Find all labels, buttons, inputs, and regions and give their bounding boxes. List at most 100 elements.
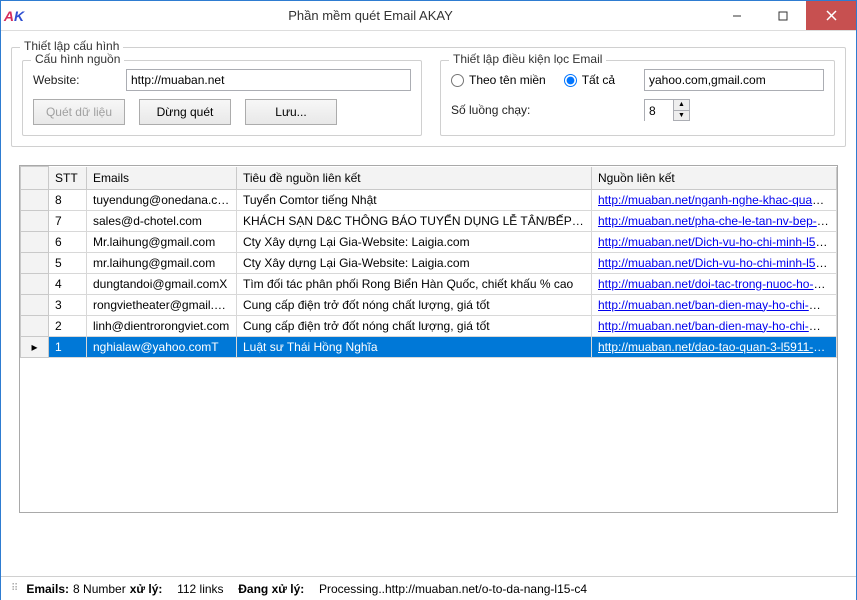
statusbar: ⠿ Emails: 8 Number xử lý: 112 links Đang… [1, 576, 856, 600]
row-header-corner [21, 167, 49, 190]
threads-spinner[interactable]: ▲ ▼ [644, 99, 690, 121]
titlebar: AK Phần mềm quét Email AKAY [1, 1, 856, 31]
table-row[interactable]: 6Mr.laihung@gmail.comCty Xây dựng Lại Gi… [21, 231, 837, 252]
cell-link: http://muaban.net/Dich-vu-ho-chi-minh-l5… [592, 231, 837, 252]
cell-link: http://muaban.net/pha-che-le-tan-nv-bep-… [592, 210, 837, 231]
col-emails[interactable]: Emails [87, 167, 237, 190]
status-processed-value: 112 links [177, 582, 223, 596]
radio-all[interactable]: Tất cả [564, 73, 615, 87]
status-processing-value: Processing..http://muaban.net/o-to-da-na… [319, 582, 587, 596]
table-row[interactable]: 3rongvietheater@gmail.co...Cung cấp điện… [21, 294, 837, 315]
status-processing-label: Đang xử lý: [238, 582, 304, 596]
table-row[interactable]: 7sales@d-chotel.comKHÁCH SẠN D&C THÔNG B… [21, 210, 837, 231]
cell-email: rongvietheater@gmail.co... [87, 294, 237, 315]
row-header [21, 210, 49, 231]
stop-button[interactable]: Dừng quét [139, 99, 231, 125]
table-row[interactable]: 4dungtandoi@gmail.comXTìm đối tác phân p… [21, 273, 837, 294]
cell-title: Cty Xây dựng Lại Gia-Website: Laigia.com [237, 231, 592, 252]
source-link[interactable]: http://muaban.net/Dich-vu-ho-chi-minh-l5… [598, 235, 837, 249]
radio-domain[interactable]: Theo tên miền [451, 73, 546, 87]
row-header [21, 294, 49, 315]
cell-link: http://muaban.net/Dich-vu-ho-chi-minh-l5… [592, 252, 837, 273]
status-emails-label: Emails: [26, 582, 69, 596]
cell-email: mr.laihung@gmail.com [87, 252, 237, 273]
cell-title: Cung cấp điện trở đốt nóng chất lượng, g… [237, 294, 592, 315]
threads-label: Số luồng chạy: [451, 103, 636, 117]
table-row[interactable]: 2linh@dientrorongviet.comCung cấp điện t… [21, 315, 837, 336]
row-header [21, 252, 49, 273]
maximize-icon [778, 11, 788, 21]
cell-title: KHÁCH SẠN D&C THÔNG BÁO TUYỂN DỤNG LỄ TÂ… [237, 210, 592, 231]
source-legend: Cấu hình nguồn [31, 52, 124, 66]
cell-title: Cung cấp điện trở đốt nóng chất lượng, g… [237, 315, 592, 336]
source-group: Cấu hình nguồn Website: Quét dữ liệu Dừn… [22, 60, 422, 136]
window-title: Phần mềm quét Email AKAY [27, 8, 714, 23]
close-button[interactable] [806, 1, 856, 30]
source-link[interactable]: http://muaban.net/ban-dien-may-ho-chi-mi… [598, 298, 837, 312]
config-legend: Thiết lập cấu hình [20, 39, 123, 53]
source-link[interactable]: http://muaban.net/ban-dien-may-ho-chi-mi… [598, 319, 837, 333]
cell-stt: 6 [49, 231, 87, 252]
col-title[interactable]: Tiêu đề nguồn liên kết [237, 167, 592, 190]
source-link[interactable]: http://muaban.net/Dich-vu-ho-chi-minh-l5… [598, 256, 837, 270]
cell-stt: 3 [49, 294, 87, 315]
website-label: Website: [33, 73, 118, 87]
source-link[interactable]: http://muaban.net/doi-tac-trong-nuoc-ho-… [598, 277, 837, 291]
status-emails-value: 8 Number [73, 582, 126, 596]
grip-icon: ⠿ [11, 583, 16, 594]
app-icon: AK [1, 1, 27, 31]
cell-stt: 4 [49, 273, 87, 294]
cell-title: Tìm đối tác phân phối Rong Biển Hàn Quốc… [237, 273, 592, 294]
cell-link: http://muaban.net/doi-tac-trong-nuoc-ho-… [592, 273, 837, 294]
cell-email: sales@d-chotel.com [87, 210, 237, 231]
save-button[interactable]: Lưu... [245, 99, 337, 125]
source-link[interactable]: http://muaban.net/nganh-nghe-khac-quan-s… [598, 193, 837, 207]
source-link[interactable]: http://muaban.net/dao-tao-quan-3-l5911-c… [598, 340, 837, 354]
status-processed-label: xử lý: [130, 582, 163, 596]
cell-stt: 7 [49, 210, 87, 231]
cell-link: http://muaban.net/ban-dien-may-ho-chi-mi… [592, 294, 837, 315]
cell-title: Tuyển Comtor tiếng Nhật [237, 189, 592, 210]
scan-button: Quét dữ liệu [33, 99, 125, 125]
table-row[interactable]: 8tuyendung@onedana.comTuyển Comtor tiếng… [21, 189, 837, 210]
cell-stt: 1 [49, 336, 87, 357]
cell-email: dungtandoi@gmail.comX [87, 273, 237, 294]
source-link[interactable]: http://muaban.net/pha-che-le-tan-nv-bep-… [598, 214, 837, 228]
close-icon [826, 10, 837, 21]
threads-input[interactable] [645, 100, 673, 122]
row-header: ▸ [21, 336, 49, 357]
config-group: Thiết lập cấu hình Cấu hình nguồn Websit… [11, 47, 846, 147]
row-header [21, 273, 49, 294]
cell-stt: 8 [49, 189, 87, 210]
website-input[interactable] [126, 69, 411, 91]
row-header [21, 231, 49, 252]
filter-group: Thiết lập điều kiện lọc Email Theo tên m… [440, 60, 835, 136]
cell-link: http://muaban.net/nganh-nghe-khac-quan-s… [592, 189, 837, 210]
cell-stt: 5 [49, 252, 87, 273]
col-link[interactable]: Nguồn liên kết [592, 167, 837, 190]
cell-email: Mr.laihung@gmail.com [87, 231, 237, 252]
maximize-button[interactable] [760, 1, 806, 30]
cell-email: tuyendung@onedana.com [87, 189, 237, 210]
cell-link: http://muaban.net/dao-tao-quan-3-l5911-c… [592, 336, 837, 357]
spinner-down-icon[interactable]: ▼ [674, 111, 689, 121]
minimize-icon [732, 11, 742, 21]
domains-input[interactable] [644, 69, 824, 91]
col-stt[interactable]: STT [49, 167, 87, 190]
table-row[interactable]: 5mr.laihung@gmail.comCty Xây dựng Lại Gi… [21, 252, 837, 273]
window-controls [714, 1, 856, 30]
grid-header-row: STT Emails Tiêu đề nguồn liên kết Nguồn … [21, 167, 837, 190]
table-row[interactable]: ▸1nghialaw@yahoo.comTLuật sư Thái Hồng N… [21, 336, 837, 357]
spinner-up-icon[interactable]: ▲ [674, 100, 689, 111]
cell-email: nghialaw@yahoo.comT [87, 336, 237, 357]
results-grid[interactable]: STT Emails Tiêu đề nguồn liên kết Nguồn … [19, 165, 838, 513]
cell-title: Cty Xây dựng Lại Gia-Website: Laigia.com [237, 252, 592, 273]
filter-legend: Thiết lập điều kiện lọc Email [449, 52, 606, 66]
cell-link: http://muaban.net/ban-dien-may-ho-chi-mi… [592, 315, 837, 336]
minimize-button[interactable] [714, 1, 760, 30]
row-header [21, 189, 49, 210]
row-header [21, 315, 49, 336]
cell-title: Luật sư Thái Hồng Nghĩa [237, 336, 592, 357]
cell-stt: 2 [49, 315, 87, 336]
cell-email: linh@dientrorongviet.com [87, 315, 237, 336]
